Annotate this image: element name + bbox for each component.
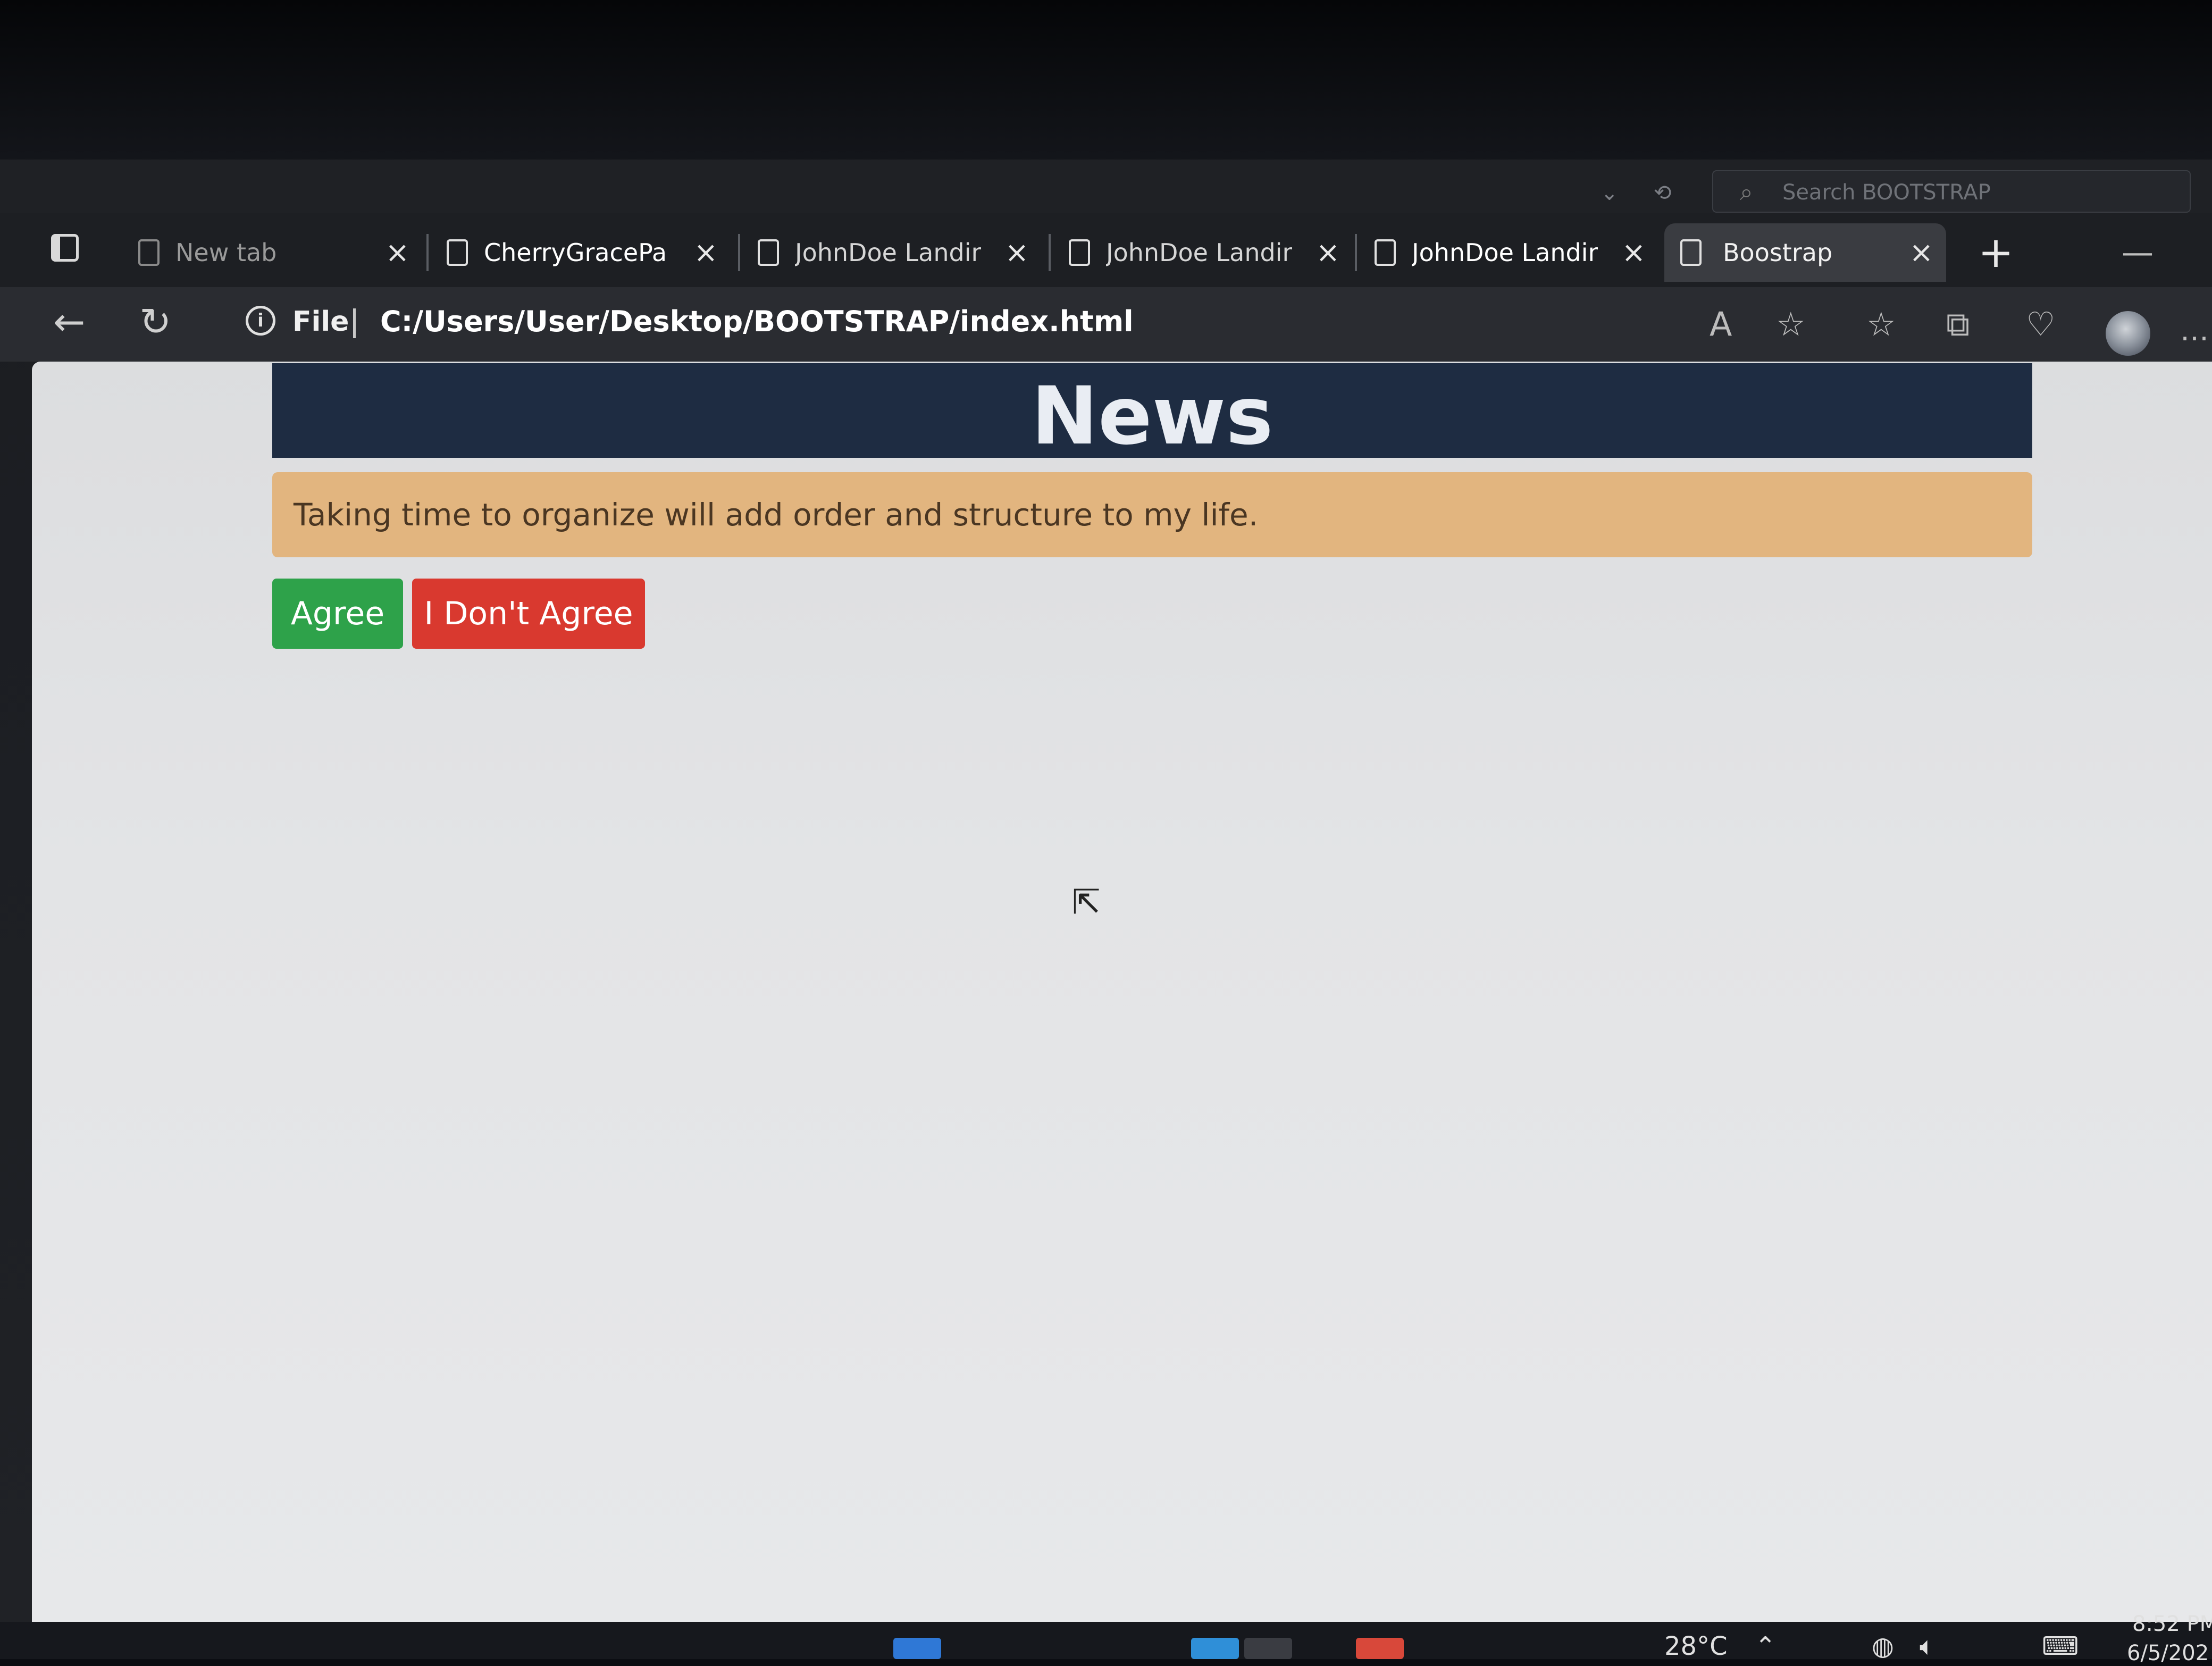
close-icon[interactable]: × <box>1622 223 1646 282</box>
file-icon <box>447 239 468 266</box>
sync-icon[interactable]: ⟲ <box>1654 181 1672 205</box>
tab-label: New tab <box>175 238 277 267</box>
temperature-readout[interactable]: 28°C <box>1664 1634 1728 1659</box>
back-arrow-icon[interactable]: ← <box>53 295 85 348</box>
tab-label: JohnDoe Landing <box>795 238 981 267</box>
mouse-cursor-icon: ⇱ <box>1072 883 1101 922</box>
agree-button[interactable]: Agree <box>272 579 403 649</box>
file-icon <box>1375 239 1396 266</box>
keyboard-icon[interactable]: ⌨ <box>2042 1634 2079 1659</box>
new-tab-plus-icon[interactable]: + <box>1978 223 2014 282</box>
network-icon[interactable]: ◍ <box>1872 1634 1894 1659</box>
tab-separator <box>426 234 429 271</box>
tab-cherrygracepaz[interactable]: CherryGracePaz L × <box>436 223 723 282</box>
tab-label: CherryGracePaz L <box>484 238 665 267</box>
tab-label: JohnDoe Landing <box>1412 238 1598 267</box>
tab-johndoe-3[interactable]: JohnDoe Landing × <box>1364 223 1651 282</box>
tab-separator <box>738 234 740 271</box>
collections-icon[interactable]: ⧉ <box>1946 303 1970 346</box>
close-icon[interactable]: × <box>694 223 718 282</box>
chevron-down-icon[interactable]: ⌄ <box>1601 181 1619 205</box>
favorites-icon[interactable]: ☆ <box>1866 303 1896 346</box>
window-search-box[interactable]: ⌕ Search BOOTSTRAP <box>1712 170 2191 213</box>
window-search-placeholder: Search BOOTSTRAP <box>1782 180 1991 205</box>
tab-label: JohnDoe Landing <box>1106 238 1292 267</box>
file-icon <box>758 239 779 266</box>
browser-essentials-icon[interactable]: ♡ <box>2026 303 2056 346</box>
tab-label: Boostrap <box>1723 238 1833 267</box>
tab-separator <box>1355 234 1357 271</box>
refresh-icon[interactable]: ↻ <box>139 295 171 348</box>
profile-avatar-icon[interactable] <box>2106 311 2150 356</box>
file-icon <box>1680 239 1702 266</box>
read-aloud-icon[interactable]: A <box>1710 303 1732 346</box>
tab-boostrap-active[interactable]: Boostrap × <box>1664 223 1946 282</box>
close-icon[interactable]: × <box>1005 223 1029 282</box>
sidebar-toggle-icon[interactable] <box>51 234 79 262</box>
info-icon[interactable]: i <box>246 306 275 336</box>
tab-separator <box>1049 234 1051 271</box>
search-icon: ⌕ <box>1740 179 1753 206</box>
clock-time[interactable]: 8:52 PM <box>2132 1611 2212 1637</box>
tab-johndoe-1[interactable]: JohnDoe Landing × <box>747 223 1034 282</box>
minimize-icon[interactable]: — <box>2122 223 2154 282</box>
file-icon <box>1069 239 1090 266</box>
taskbar-app-icon[interactable] <box>893 1638 941 1659</box>
address-separator <box>353 308 356 338</box>
edge-icon[interactable] <box>1244 1638 1292 1659</box>
more-options-icon[interactable]: … <box>2180 314 2209 347</box>
close-icon[interactable]: × <box>386 223 409 282</box>
tab-johndoe-2[interactable]: JohnDoe Landing × <box>1058 223 1345 282</box>
volume-icon[interactable]: 🔈︎ <box>1920 1634 1935 1659</box>
clock-date[interactable]: 6/5/202 <box>2127 1640 2209 1666</box>
disagree-button[interactable]: I Don't Agree <box>412 579 645 649</box>
vscode-icon[interactable] <box>1191 1638 1239 1659</box>
page-title: News <box>272 363 2032 463</box>
taskbar-app-icon[interactable] <box>1356 1638 1404 1659</box>
alert-banner: Taking time to organize will add order a… <box>272 472 2032 557</box>
address-scheme-label: File <box>292 306 349 338</box>
close-icon[interactable]: × <box>1909 223 1933 282</box>
tab-new-tab[interactable]: New tab × <box>128 223 415 282</box>
close-icon[interactable]: × <box>1316 223 1340 282</box>
add-favorite-icon[interactable]: ☆ <box>1776 303 1806 346</box>
new-tab-page-icon <box>138 239 160 266</box>
chevron-up-icon[interactable]: ⌃ <box>1755 1634 1776 1659</box>
address-url[interactable]: C:/Users/User/Desktop/BOOTSTRAP/index.ht… <box>380 298 1134 346</box>
